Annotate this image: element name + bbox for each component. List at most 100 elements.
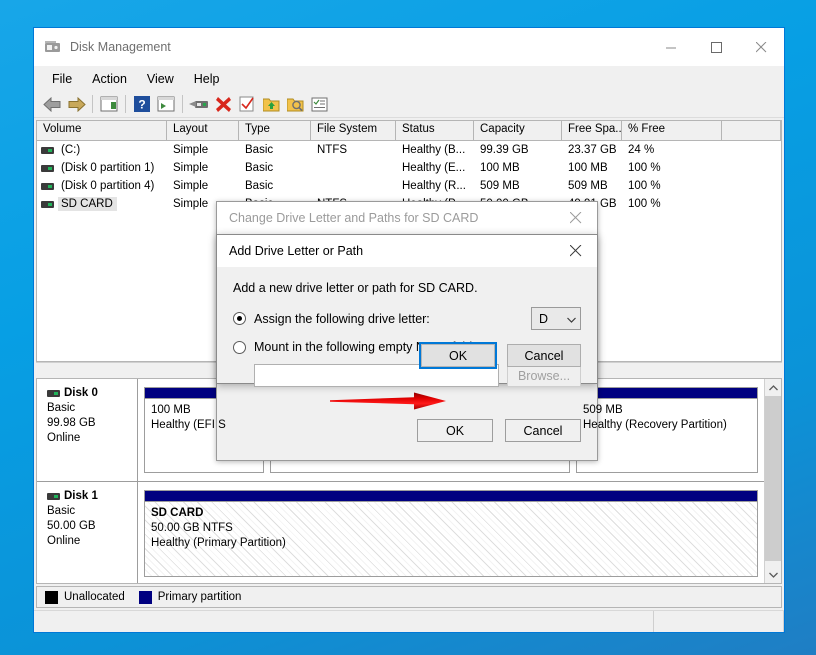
volume-drive-icon [41, 146, 54, 154]
cell-percent-free: 100 % [628, 162, 661, 174]
cell-capacity: 99.39 GB [480, 144, 529, 156]
minimize-icon[interactable] [649, 28, 694, 66]
partition-status: Healthy (EFI S [151, 419, 226, 431]
delete-icon[interactable] [211, 93, 235, 116]
toolbar-separator [125, 95, 126, 113]
table-row[interactable]: (Disk 0 partition 1) Simple Basic Health… [37, 159, 781, 177]
cell-layout: Simple [173, 162, 209, 174]
close-icon[interactable] [555, 235, 597, 267]
volume-drive-icon [41, 182, 54, 190]
scroll-down-icon[interactable] [765, 566, 781, 583]
cell-layout: Simple [173, 180, 209, 192]
add-drive-letter-title: Add Drive Letter or Path [229, 244, 364, 258]
disk-title-0: Disk 0 [47, 387, 137, 399]
column-header-file-system[interactable]: File System [311, 121, 396, 140]
cell-type: Basic [245, 180, 274, 192]
cell-status: Healthy (E... [402, 162, 466, 174]
status-segment-right [654, 611, 784, 632]
disk-info-1: Disk 1 Basic 50.00 GB Online [37, 482, 138, 583]
column-header-capacity[interactable]: Capacity [474, 121, 562, 140]
partition-color-bar [577, 388, 757, 399]
forward-arrow-icon[interactable] [64, 93, 88, 116]
column-header-percent-free[interactable]: % Free [622, 121, 722, 140]
change-drive-letter-buttons: OK Cancel [417, 419, 581, 442]
red-arrow-annotation [330, 392, 446, 410]
table-row[interactable]: (C:) Simple Basic NTFS Healthy (B... 99.… [37, 141, 781, 159]
cell-volume-label: (C:) [61, 144, 81, 156]
close-icon[interactable] [555, 202, 597, 234]
column-header-layout[interactable]: Layout [167, 121, 239, 140]
window-controls [649, 28, 784, 66]
maximize-icon[interactable] [694, 28, 739, 66]
add-drive-letter-buttons: OK Cancel [419, 342, 581, 369]
radio-assign-drive-letter[interactable] [233, 312, 246, 325]
dialog-description: Add a new drive letter or path for SD CA… [233, 281, 478, 295]
check-icon[interactable] [235, 93, 259, 116]
toolbar-separator [92, 95, 93, 113]
cell-volume: (Disk 0 partition 1) [37, 161, 167, 175]
column-header-volume[interactable]: Volume [37, 121, 167, 140]
desktop-background: Disk Management File Action View Help ? … [0, 0, 816, 655]
cell-volume: (C:) [37, 143, 167, 157]
partition-body: SD CARD 50.00 GB NTFS Healthy (Primary P… [145, 502, 757, 576]
disk-type: Basic [47, 505, 76, 517]
export-icon[interactable] [259, 93, 283, 116]
change-drive-letter-title: Change Drive Letter and Paths for SD CAR… [229, 211, 479, 225]
graphical-view-scrollbar[interactable] [764, 379, 781, 583]
back-arrow-icon[interactable] [40, 93, 64, 116]
ok-button[interactable]: OK [419, 342, 497, 369]
show-pane-icon[interactable] [97, 93, 121, 116]
disk-type: Basic [47, 402, 76, 414]
scroll-up-icon[interactable] [765, 379, 781, 396]
cell-percent-free: 24 % [628, 144, 655, 156]
cell-volume-label: SD CARD [58, 197, 117, 211]
cell-layout: Simple [173, 144, 209, 156]
volume-drive-icon [41, 200, 54, 208]
cancel-button-background[interactable]: Cancel [505, 419, 581, 442]
disk-size: 99.98 GB [47, 417, 96, 429]
legend-label-unallocated: Unallocated [64, 591, 125, 603]
partition-sd-card[interactable]: SD CARD 50.00 GB NTFS Healthy (Primary P… [144, 490, 758, 577]
table-row[interactable]: (Disk 0 partition 4) Simple Basic Health… [37, 177, 781, 195]
toolbar-separator [182, 95, 183, 113]
menu-action[interactable]: Action [82, 69, 137, 89]
scrollbar-thumb[interactable] [765, 396, 781, 561]
cell-volume-label: (Disk 0 partition 1) [61, 162, 155, 174]
partition-size: 50.00 GB NTFS [151, 522, 233, 534]
column-header-status[interactable]: Status [396, 121, 474, 140]
rescan-disks-icon[interactable] [187, 93, 211, 116]
disk-info-0: Disk 0 Basic 99.98 GB Online [37, 379, 138, 481]
list-icon[interactable] [307, 93, 331, 116]
chevron-down-icon [567, 310, 576, 328]
search-icon[interactable] [283, 93, 307, 116]
assign-drive-letter-option[interactable]: Assign the following drive letter: D [233, 307, 581, 330]
disk-state: Online [47, 535, 81, 547]
properties-icon[interactable] [154, 93, 178, 116]
cell-capacity: 509 MB [480, 180, 520, 192]
radio-mount-folder[interactable] [233, 340, 246, 354]
window-titlebar: Disk Management [34, 28, 784, 66]
column-header-type[interactable]: Type [239, 121, 311, 140]
drive-letter-dropdown[interactable]: D [531, 307, 581, 330]
disk-icon [47, 389, 60, 397]
menu-view[interactable]: View [137, 69, 184, 89]
cell-volume: (Disk 0 partition 4) [37, 179, 167, 193]
svg-text:?: ? [138, 98, 145, 112]
legend-label-primary-partition: Primary partition [157, 591, 242, 603]
mount-path-input[interactable] [254, 364, 499, 387]
disk-block-1[interactable]: Disk 1 Basic 50.00 GB Online SD CARD 50.… [37, 482, 764, 583]
column-header-free-space[interactable]: Free Spa... [562, 121, 622, 140]
cell-percent-free: 100 % [628, 180, 661, 192]
close-icon[interactable] [739, 28, 784, 66]
partition-status: Healthy (Primary Partition) [151, 537, 286, 549]
ok-button-background[interactable]: OK [417, 419, 493, 442]
partition-recovery[interactable]: 509 MB Healthy (Recovery Partition) [576, 387, 758, 473]
help-icon[interactable]: ? [130, 93, 154, 116]
column-header-blank[interactable] [722, 121, 781, 140]
cell-type: Basic [245, 144, 274, 156]
cancel-button[interactable]: Cancel [507, 344, 581, 367]
disk-partitions-1: SD CARD 50.00 GB NTFS Healthy (Primary P… [138, 482, 764, 583]
menu-file[interactable]: File [42, 69, 82, 89]
browse-button[interactable]: Browse... [507, 364, 581, 387]
menu-help[interactable]: Help [184, 69, 230, 89]
